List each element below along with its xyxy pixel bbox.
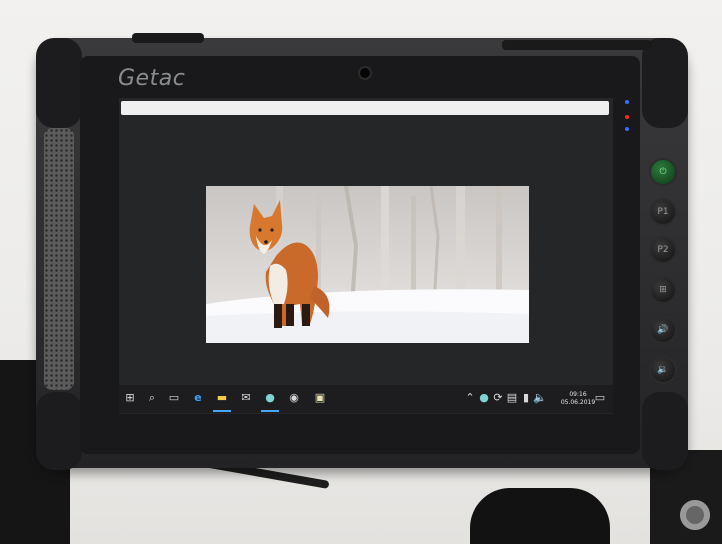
tray-network-icon[interactable]: ▤ — [505, 391, 519, 405]
tray-sync-icon[interactable]: ⟳ — [491, 391, 505, 405]
volume-up-button[interactable]: 🔊 — [651, 318, 675, 342]
photo-scene: Getac ⏻ P1 P2 ⊞ 🔊 🔉 ⊞ ⌕ ▭ e ▬ ✉ ● ◉ ▣ ⌃ … — [0, 0, 722, 544]
power-button[interactable]: ⏻ — [651, 160, 675, 184]
volume-down-button[interactable]: 🔉 — [651, 358, 675, 382]
p1-button[interactable]: P1 — [651, 200, 675, 224]
bumper-top-left — [36, 38, 82, 128]
chevron-up-icon[interactable]: ⌃ — [463, 391, 477, 405]
strap-bottom — [470, 488, 610, 544]
clock-date: 05.06.2019 — [560, 399, 596, 406]
top-port-cover — [502, 40, 652, 50]
top-button — [132, 33, 204, 43]
front-camera — [360, 68, 370, 78]
bumper-bottom-left — [36, 392, 82, 470]
search-icon[interactable]: ⌕ — [145, 391, 159, 405]
address-bar[interactable] — [121, 101, 609, 115]
browser-active-indicator — [261, 410, 279, 412]
led-blue-bottom — [625, 127, 629, 131]
mail-icon[interactable]: ✉ — [239, 391, 253, 405]
speaker-grille — [44, 128, 74, 390]
file-explorer-active-indicator — [213, 410, 231, 412]
tray-volume-icon[interactable]: 🔈 — [533, 391, 547, 405]
app-icon[interactable]: ◉ — [287, 391, 301, 405]
browser-icon[interactable]: ● — [263, 391, 277, 405]
store-icon[interactable]: ▣ — [313, 391, 327, 405]
file-explorer-icon[interactable]: ▬ — [215, 391, 229, 405]
stylus-tip — [680, 500, 710, 530]
clock-time: 09:16 — [569, 391, 587, 398]
led-blue-top — [625, 100, 629, 104]
fox-photo — [206, 186, 529, 343]
edge-icon[interactable]: e — [191, 391, 205, 405]
taskbar: ⊞ ⌕ ▭ e ▬ ✉ ● ◉ ▣ ⌃ ● ⟳ ▤ ▮ 🔈 09:16 05.0… — [119, 385, 613, 413]
tablet-screen: ⊞ ⌕ ▭ e ▬ ✉ ● ◉ ▣ ⌃ ● ⟳ ▤ ▮ 🔈 09:16 05.0… — [119, 98, 613, 414]
p2-button[interactable]: P2 — [651, 238, 675, 262]
tray-app-icon[interactable]: ● — [477, 391, 491, 405]
notification-icon[interactable]: ▭ — [593, 391, 607, 405]
brand-logo: Getac — [118, 66, 186, 91]
led-red — [625, 115, 629, 119]
task-view-icon[interactable]: ▭ — [167, 391, 181, 405]
taskbar-clock[interactable]: 09:16 05.06.2019 — [559, 391, 597, 407]
bumper-top-right — [642, 38, 688, 128]
windows-start-icon[interactable]: ⊞ — [123, 391, 137, 405]
tray-battery-icon[interactable]: ▮ — [519, 391, 533, 405]
windows-button[interactable]: ⊞ — [651, 278, 675, 302]
bumper-bottom-right — [642, 392, 688, 470]
